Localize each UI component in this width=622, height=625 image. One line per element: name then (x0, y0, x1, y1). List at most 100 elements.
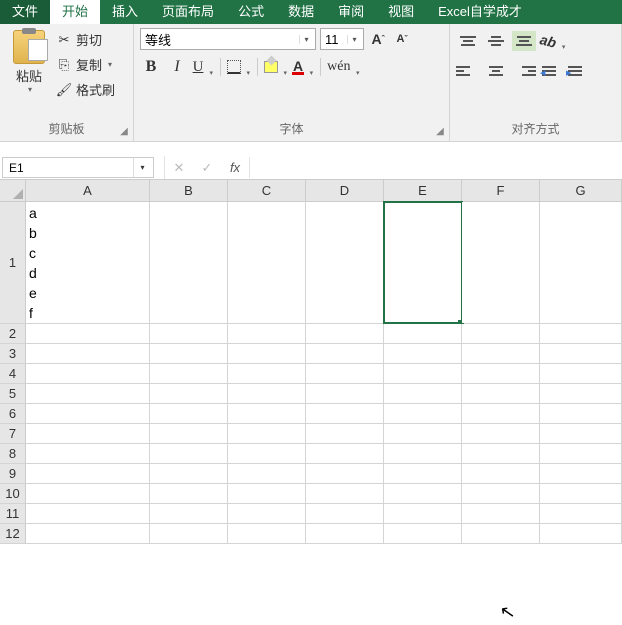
paste-dropdown[interactable]: ▾ (28, 85, 32, 94)
font-size-dropdown[interactable]: ▾ (347, 35, 361, 44)
cell-C11[interactable] (228, 504, 306, 523)
cell-B11[interactable] (150, 504, 228, 523)
row-header-7[interactable]: 7 (0, 424, 26, 443)
cell-G2[interactable] (540, 324, 622, 343)
cell-G9[interactable] (540, 464, 622, 483)
column-header-G[interactable]: G (540, 180, 622, 201)
column-header-D[interactable]: D (306, 180, 384, 201)
row-header-3[interactable]: 3 (0, 344, 26, 363)
decrease-indent-button[interactable] (540, 60, 562, 82)
cell-E9[interactable] (384, 464, 462, 483)
cell-B7[interactable] (150, 424, 228, 443)
row-header-9[interactable]: 9 (0, 464, 26, 483)
align-right-button[interactable] (512, 61, 536, 81)
font-name-combo[interactable]: ▾ (140, 28, 316, 50)
cell-C10[interactable] (228, 484, 306, 503)
cell-A7[interactable] (26, 424, 150, 443)
row-header-5[interactable]: 5 (0, 384, 26, 403)
cell-D5[interactable] (306, 384, 384, 403)
cell-A11[interactable] (26, 504, 150, 523)
cell-F9[interactable] (462, 464, 540, 483)
cell-B9[interactable] (150, 464, 228, 483)
increase-indent-button[interactable] (566, 60, 588, 82)
cell-A10[interactable] (26, 484, 150, 503)
tab-custom[interactable]: Excel自学成才 (426, 0, 534, 24)
enter-formula-button[interactable]: ✓ (193, 157, 221, 179)
cell-E2[interactable] (384, 324, 462, 343)
select-all-corner[interactable] (0, 180, 26, 201)
row-header-10[interactable]: 10 (0, 484, 26, 503)
copy-dropdown[interactable]: ▾ (108, 60, 112, 69)
cell-D10[interactable] (306, 484, 384, 503)
cell-A8[interactable] (26, 444, 150, 463)
cell-D8[interactable] (306, 444, 384, 463)
cell-D7[interactable] (306, 424, 384, 443)
cell-D11[interactable] (306, 504, 384, 523)
cell-B12[interactable] (150, 524, 228, 543)
name-box-dropdown[interactable]: ▾ (133, 158, 151, 177)
cell-D9[interactable] (306, 464, 384, 483)
cell-B3[interactable] (150, 344, 228, 363)
tab-insert[interactable]: 插入 (100, 0, 150, 24)
cell-A3[interactable] (26, 344, 150, 363)
cell-F3[interactable] (462, 344, 540, 363)
cell-F1[interactable] (462, 202, 540, 323)
cell-E3[interactable] (384, 344, 462, 363)
cell-F4[interactable] (462, 364, 540, 383)
column-header-F[interactable]: F (462, 180, 540, 201)
cell-C2[interactable] (228, 324, 306, 343)
cell-A5[interactable] (26, 384, 150, 403)
row-header-11[interactable]: 11 (0, 504, 26, 523)
cell-E8[interactable] (384, 444, 462, 463)
tab-view[interactable]: 视图 (376, 0, 426, 24)
align-top-button[interactable] (456, 31, 480, 51)
cell-G3[interactable] (540, 344, 622, 363)
orientation-button[interactable]: ab (540, 30, 566, 52)
formula-input[interactable] (249, 157, 622, 178)
cell-C8[interactable] (228, 444, 306, 463)
row-header-4[interactable]: 4 (0, 364, 26, 383)
cell-E7[interactable] (384, 424, 462, 443)
paste-button[interactable]: 粘贴 ▾ (6, 28, 52, 96)
align-center-button[interactable] (484, 61, 508, 81)
cell-C12[interactable] (228, 524, 306, 543)
cell-B2[interactable] (150, 324, 228, 343)
cell-A9[interactable] (26, 464, 150, 483)
cell-E11[interactable] (384, 504, 462, 523)
cell-C1[interactable] (228, 202, 306, 323)
bold-button[interactable]: B (140, 56, 162, 78)
name-box[interactable]: ▾ (2, 157, 154, 178)
row-header-6[interactable]: 6 (0, 404, 26, 423)
cell-B4[interactable] (150, 364, 228, 383)
cell-D1[interactable] (306, 202, 384, 323)
cell-B5[interactable] (150, 384, 228, 403)
underline-button[interactable]: U (192, 56, 214, 78)
cell-B6[interactable] (150, 404, 228, 423)
row-header-1[interactable]: 1 (0, 202, 26, 323)
cell-F8[interactable] (462, 444, 540, 463)
cell-G10[interactable] (540, 484, 622, 503)
tab-home[interactable]: 开始 (50, 0, 100, 24)
cell-G6[interactable] (540, 404, 622, 423)
italic-button[interactable]: I (166, 56, 188, 78)
tab-data[interactable]: 数据 (276, 0, 326, 24)
cell-A2[interactable] (26, 324, 150, 343)
cell-A12[interactable] (26, 524, 150, 543)
cell-G5[interactable] (540, 384, 622, 403)
cell-A6[interactable] (26, 404, 150, 423)
font-name-input[interactable] (141, 29, 299, 49)
align-left-button[interactable] (456, 61, 480, 81)
clipboard-dialog-launcher[interactable]: ◢ (117, 125, 131, 139)
cancel-formula-button[interactable]: ✕ (165, 157, 193, 179)
column-header-E[interactable]: E (384, 180, 462, 201)
cell-D6[interactable] (306, 404, 384, 423)
cell-D4[interactable] (306, 364, 384, 383)
cell-F5[interactable] (462, 384, 540, 403)
borders-button[interactable] (227, 56, 251, 78)
copy-button[interactable]: ⎘ 复制 ▾ (56, 55, 115, 74)
cell-E6[interactable] (384, 404, 462, 423)
cell-E12[interactable] (384, 524, 462, 543)
fill-color-button[interactable] (264, 56, 288, 78)
column-header-A[interactable]: A (26, 180, 150, 201)
cell-G11[interactable] (540, 504, 622, 523)
